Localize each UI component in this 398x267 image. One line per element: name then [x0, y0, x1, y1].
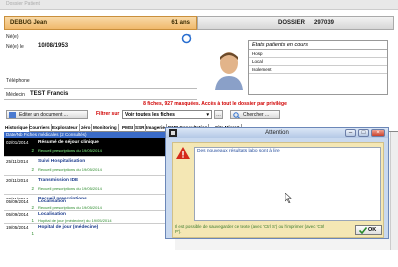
- close-icon[interactable]: ×: [371, 129, 385, 137]
- message-textarea[interactable]: Des nouveaux résultats labo sont à lire: [194, 147, 381, 221]
- tab-explorateur[interactable]: Explorateur: [51, 124, 80, 132]
- item-date: 25/11/2014: [6, 159, 29, 164]
- edit-document-button[interactable]: Editer un document ...: [6, 110, 88, 119]
- etats-row-hosp: Hosp: [249, 50, 387, 58]
- divider: [4, 99, 197, 100]
- item-date: 02/01/2014: [6, 140, 29, 145]
- item-sub: Recueil prescriptions du 19/05/2014: [38, 186, 102, 191]
- chevron-down-icon: ▾: [206, 112, 209, 118]
- minimize-icon[interactable]: –: [345, 129, 356, 137]
- dialog-hint: Il est possible de sauvegarder ce texte …: [175, 224, 325, 234]
- top-strip: Dossier Patient: [0, 0, 398, 10]
- item-date: 05/09/2014: [6, 199, 29, 204]
- warning-message: 8 fiches, 927 masquées. Accès à tout le …: [143, 101, 287, 107]
- search-icon: [233, 112, 240, 118]
- refresh-icon[interactable]: [181, 33, 192, 44]
- list-item[interactable]: 25/11/2014 Suivi Hospitalisation 2 Recue…: [4, 157, 174, 176]
- ellipsis-icon: …: [216, 112, 221, 118]
- patient-name: DEBUG Jean: [10, 20, 48, 26]
- etats-title: Etats patients en cours: [249, 41, 387, 50]
- list-item[interactable]: 05/09/2014 Localisation 2 Recueil prescr…: [4, 199, 174, 211]
- document-icon: [9, 112, 16, 118]
- item-date: 20/11/2014: [6, 178, 29, 183]
- fiches-list-tail: 05/09/2014 Localisation 2 Recueil prescr…: [4, 199, 174, 250]
- list-item[interactable]: 20/11/2014 Transmission IDE 2 Recueil pr…: [4, 176, 174, 195]
- item-title: Suivi Hospitalisation: [38, 159, 86, 164]
- ok-button[interactable]: OK: [355, 225, 382, 235]
- item-title: Localisation: [38, 199, 66, 204]
- item-count: 2: [31, 186, 34, 191]
- item-count: 1: [31, 218, 34, 223]
- tab-imagerie[interactable]: Imagerie: [145, 124, 167, 132]
- dialog-titlebar[interactable]: Attention – □ ×: [166, 128, 388, 138]
- item-sub: Hopital de jour (médecine) du 19/05/2014: [38, 218, 112, 223]
- item-sub: Recueil prescriptions du 19/05/2014: [38, 167, 102, 172]
- birthdate-value: 10/08/1953: [38, 43, 69, 49]
- etats-row-local: Local: [249, 58, 387, 66]
- item-title: Transmission IDE: [38, 178, 79, 183]
- telephone-label: Téléphone: [6, 78, 30, 84]
- check-icon: [359, 227, 367, 234]
- mouse-cursor-icon: [285, 193, 292, 203]
- warning-icon: [176, 147, 190, 159]
- attention-dialog: Attention – □ × Des nouveaux résultats l…: [165, 127, 389, 239]
- nee-label: Né(e) le: [6, 44, 24, 50]
- filter-apply-button[interactable]: …: [214, 110, 223, 119]
- scrollbar[interactable]: [390, 132, 398, 250]
- tab-courriers[interactable]: Courriers: [28, 124, 52, 132]
- maximize-icon[interactable]: □: [358, 129, 369, 137]
- patient-header: DEBUG Jean 61 ans: [4, 16, 197, 30]
- ok-label: OK: [368, 227, 377, 233]
- item-sub: Recueil prescriptions du 19/05/2014: [38, 205, 102, 210]
- item-count: 2: [31, 148, 34, 153]
- etats-panel: Etats patients en cours Hosp Local Isole…: [248, 40, 388, 95]
- tab-monitoring[interactable]: Monitoring: [92, 124, 119, 132]
- medecin-value: TEST Francis: [30, 91, 69, 97]
- item-date: 19/05/2014: [6, 225, 29, 230]
- divider: [4, 88, 197, 89]
- item-title: Localisation: [38, 212, 66, 217]
- dialog-body: Des nouveaux résultats labo sont à lire …: [172, 142, 384, 238]
- medecin-label: Médecin: [6, 92, 25, 98]
- list-item[interactable]: 19/05/2014 Hopital de jour (médecine) C …: [4, 224, 174, 238]
- search-button[interactable]: Chercher ...: [230, 110, 280, 119]
- edit-document-label: Editer un document ...: [19, 112, 68, 118]
- search-label: Chercher ...: [243, 112, 270, 118]
- dossier-label: DOSSIER: [278, 20, 306, 26]
- ne-label: Né(e): [6, 34, 19, 40]
- dossier-header: DOSSIER 297039: [197, 16, 394, 30]
- list-item[interactable]: 02/01/2014 Résumé de séjour clinique C 2…: [4, 138, 174, 157]
- dossier-number: 297039: [314, 20, 335, 26]
- top-strip-title: Dossier Patient: [6, 1, 40, 7]
- item-title: Résumé de séjour clinique: [38, 140, 99, 145]
- item-count: 2: [31, 167, 34, 172]
- patient-age: 61 ans: [171, 20, 190, 26]
- item-count: 1: [31, 231, 34, 236]
- item-title: Hopital de jour (médecine): [38, 225, 99, 230]
- patient-avatar-icon: [215, 52, 243, 90]
- filter-label: Filtrer sur: [96, 111, 120, 117]
- item-date: 05/09/2014: [6, 212, 29, 217]
- filter-select-value: Voir toutes les fiches: [125, 112, 175, 118]
- tab-historique[interactable]: Historique: [4, 124, 30, 132]
- filter-select[interactable]: Voir toutes les fiches ▾: [122, 110, 212, 119]
- tab-zero[interactable]: zéro: [80, 124, 93, 132]
- etats-row-isolement: Isolement: [249, 66, 387, 74]
- list-item[interactable]: 05/09/2014 Localisation 1 Hopital de jou…: [4, 211, 174, 224]
- item-count: 2: [31, 205, 34, 210]
- item-sub: Recueil prescriptions du 19/05/2014: [38, 148, 102, 153]
- dialog-message: Des nouveaux résultats labo sont à lire: [197, 149, 280, 154]
